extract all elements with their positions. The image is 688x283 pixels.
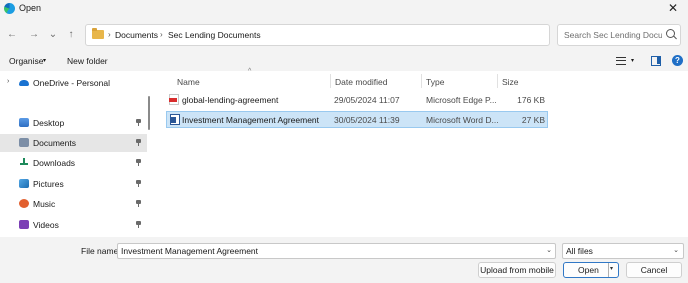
- word-file-icon: [170, 114, 180, 125]
- file-type: Microsoft Word D...: [426, 115, 499, 125]
- file-type-select[interactable]: All files ⌄: [562, 243, 684, 259]
- toolbar: Organise ▾ New folder ▾ ?: [0, 53, 688, 71]
- column-divider[interactable]: [497, 74, 498, 88]
- address-bar[interactable]: › Documents › Sec Lending Documents ⌄ ⟳: [85, 24, 626, 46]
- window-title: Open: [19, 3, 42, 13]
- recent-locations-icon[interactable]: ⌄: [46, 27, 60, 43]
- pin-icon: [136, 159, 141, 166]
- column-header-date[interactable]: Date modified: [335, 77, 387, 87]
- chevron-down-icon[interactable]: ▾: [610, 265, 613, 272]
- cancel-button[interactable]: Cancel: [626, 262, 682, 278]
- sidebar-item-desktop[interactable]: Desktop: [0, 114, 147, 132]
- file-name-value: Investment Management Agreement: [121, 246, 259, 256]
- back-icon[interactable]: ←: [5, 27, 19, 43]
- column-header-type[interactable]: Type: [426, 77, 444, 87]
- file-name: global-lending-agreement: [182, 95, 279, 105]
- sidebar-item-documents[interactable]: Documents: [0, 134, 147, 152]
- pin-icon: [136, 180, 141, 187]
- sidebar-item-videos[interactable]: Videos: [0, 216, 147, 234]
- file-type-value: All files: [566, 246, 593, 256]
- sidebar-item-label: OneDrive - Personal: [33, 78, 111, 88]
- breadcrumb-documents[interactable]: Documents: [115, 30, 158, 40]
- sidebar-scrollbar-thumb[interactable]: [148, 96, 150, 130]
- chevron-down-icon[interactable]: ▾: [43, 57, 46, 64]
- column-header-name[interactable]: Name: [177, 77, 200, 87]
- pin-icon: [136, 139, 141, 146]
- file-type: Microsoft Edge P...: [426, 95, 497, 105]
- title-bar: Open ✕: [0, 0, 688, 18]
- column-divider[interactable]: [330, 74, 331, 88]
- file-size: 27 KB: [521, 115, 545, 125]
- new-folder-button[interactable]: New folder: [67, 56, 108, 66]
- sidebar-item-label: Music: [33, 199, 56, 209]
- pin-icon: [136, 221, 141, 228]
- onedrive-icon: [19, 80, 29, 86]
- pictures-icon: [19, 179, 29, 188]
- sidebar-item-downloads[interactable]: Downloads: [0, 154, 147, 172]
- organise-button[interactable]: Organise: [9, 56, 44, 66]
- close-button[interactable]: ✕: [664, 0, 682, 18]
- breadcrumb-sec-lending[interactable]: Sec Lending Documents: [168, 30, 261, 40]
- file-name-input[interactable]: Investment Management Agreement ⌄: [117, 243, 556, 259]
- search-icon[interactable]: [666, 29, 675, 38]
- documents-icon: [19, 138, 29, 147]
- table-row[interactable]: global-lending-agreement 29/05/2024 11:0…: [166, 92, 548, 109]
- desktop-icon: [19, 118, 29, 127]
- help-icon[interactable]: ?: [672, 55, 683, 66]
- sidebar-item-label: Videos: [33, 220, 59, 230]
- sidebar-item-label: Pictures: [33, 179, 64, 189]
- music-icon: [19, 199, 29, 208]
- sidebar-item-label: Documents: [33, 138, 76, 148]
- chevron-right-icon[interactable]: ›: [7, 78, 9, 85]
- folder-icon: [92, 28, 104, 39]
- sort-ascending-icon: ^: [248, 68, 252, 75]
- up-folder-icon[interactable]: ↑: [64, 27, 78, 43]
- file-date: 30/05/2024 11:39: [334, 115, 400, 125]
- chevron-down-icon[interactable]: ▾: [631, 57, 634, 64]
- sidebar-item-music[interactable]: Music: [0, 195, 147, 213]
- file-name: Investment Management Agreement: [182, 115, 320, 125]
- pin-icon: [136, 200, 141, 207]
- chevron-down-icon[interactable]: ⌄: [673, 246, 679, 254]
- pdf-file-icon: [169, 94, 179, 105]
- pin-icon: [136, 119, 141, 126]
- downloads-icon: [19, 158, 29, 167]
- table-row[interactable]: Investment Management Agreement 30/05/20…: [166, 111, 548, 128]
- view-options-icon[interactable]: [616, 57, 626, 65]
- search-placeholder: Search Sec Lending Documents: [564, 30, 662, 40]
- sidebar-item-onedrive[interactable]: › OneDrive - Personal: [0, 74, 147, 92]
- navigation-pane: › OneDrive - Personal Desktop Documents …: [0, 71, 147, 237]
- file-size: 176 KB: [517, 95, 545, 105]
- search-input[interactable]: Search Sec Lending Documents: [557, 24, 681, 46]
- sidebar-item-label: Desktop: [33, 118, 65, 128]
- edge-icon: [4, 3, 15, 14]
- open-split-divider: [608, 263, 609, 277]
- column-divider[interactable]: [421, 74, 422, 88]
- upload-from-mobile-button[interactable]: Upload from mobile: [478, 262, 556, 278]
- file-date: 29/05/2024 11:07: [334, 95, 400, 105]
- sidebar-item-label: Downloads: [33, 158, 76, 168]
- breadcrumb-separator: ›: [108, 30, 111, 39]
- sidebar-item-pictures[interactable]: Pictures: [0, 175, 147, 193]
- preview-pane-icon[interactable]: [651, 56, 661, 66]
- breadcrumb-separator: ›: [160, 30, 163, 39]
- chevron-down-icon[interactable]: ⌄: [546, 246, 552, 254]
- videos-icon: [19, 220, 29, 229]
- forward-icon[interactable]: →: [27, 27, 41, 43]
- column-header-size[interactable]: Size: [502, 77, 519, 87]
- file-name-label: File name:: [81, 246, 121, 256]
